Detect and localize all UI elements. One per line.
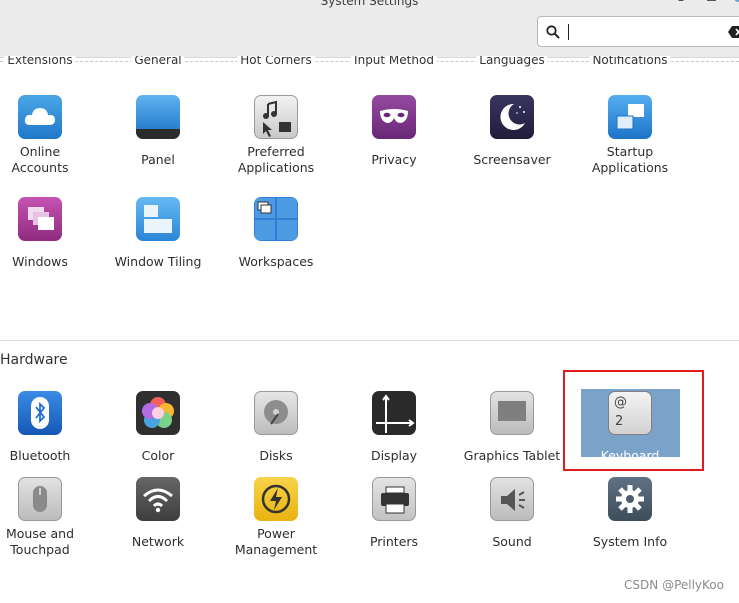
item-label: Workspaces bbox=[238, 254, 314, 269]
item-label: Display bbox=[370, 448, 418, 463]
workspaces-item[interactable]: Workspaces bbox=[218, 197, 334, 287]
power-icon bbox=[254, 477, 298, 521]
workspaces-icon bbox=[254, 197, 298, 241]
wifi-icon bbox=[136, 477, 180, 521]
item-label: Startup Applications bbox=[591, 144, 669, 175]
category-input-method[interactable]: Input Method bbox=[351, 56, 437, 67]
cloud-icon bbox=[18, 95, 62, 139]
clear-icon[interactable] bbox=[728, 26, 739, 38]
category-general[interactable]: General bbox=[131, 56, 185, 67]
item-label: Screensaver bbox=[473, 152, 551, 167]
disks-item[interactable]: Disks bbox=[218, 391, 334, 481]
bluetooth-icon bbox=[18, 391, 62, 435]
category-notifications[interactable]: Notifications bbox=[589, 56, 671, 67]
power-management-item[interactable]: Power Management bbox=[218, 477, 334, 567]
tiling-icon bbox=[136, 197, 180, 241]
panel-item[interactable]: Panel bbox=[100, 95, 216, 185]
item-label: Network bbox=[131, 534, 185, 549]
item-label: Windows bbox=[12, 254, 68, 269]
color-icon bbox=[136, 391, 180, 435]
gear-icon bbox=[608, 477, 652, 521]
speaker-icon bbox=[490, 477, 534, 521]
preferred-applications-item[interactable]: Preferred Applications bbox=[218, 95, 334, 185]
screensaver-item[interactable]: Screensaver bbox=[454, 95, 570, 185]
category-extensions[interactable]: Extensions bbox=[4, 56, 76, 67]
watermark: CSDN @PellyKoo bbox=[624, 578, 724, 592]
bluetooth-item[interactable]: Bluetooth bbox=[0, 391, 98, 481]
category-languages[interactable]: Languages bbox=[476, 56, 548, 67]
windows-stack-icon bbox=[608, 95, 652, 139]
item-label: Color bbox=[141, 448, 175, 463]
printers-item[interactable]: Printers bbox=[336, 477, 452, 567]
display-item[interactable]: Display bbox=[336, 391, 452, 481]
item-label: Mouse and Touchpad bbox=[5, 526, 75, 557]
item-label: Preferred Applications bbox=[237, 144, 315, 175]
online-accounts-item[interactable]: Online Accounts bbox=[0, 95, 98, 185]
hardware-section-title: Hardware bbox=[0, 352, 68, 368]
search-icon bbox=[546, 25, 560, 39]
window-stack-icon bbox=[18, 197, 62, 241]
display-icon bbox=[372, 391, 416, 435]
item-label: Graphics Tablet bbox=[463, 448, 561, 463]
window-tiling-item[interactable]: Window Tiling bbox=[100, 197, 216, 287]
window-title: System Settings bbox=[320, 0, 419, 8]
color-item[interactable]: Color bbox=[100, 391, 216, 481]
privacy-item[interactable]: Privacy bbox=[336, 95, 452, 185]
system-info-item[interactable]: System Info bbox=[572, 477, 688, 567]
tablet-icon bbox=[490, 391, 534, 435]
item-label: Privacy bbox=[371, 152, 417, 167]
music-pointer-icon bbox=[254, 95, 298, 139]
category-hot-corners[interactable]: Hot Corners bbox=[237, 56, 315, 67]
sound-item[interactable]: Sound bbox=[454, 477, 570, 567]
disk-icon bbox=[254, 391, 298, 435]
item-label: Printers bbox=[369, 534, 419, 549]
windows-item[interactable]: Windows bbox=[0, 197, 98, 287]
item-label: Sound bbox=[492, 534, 532, 549]
minimize-button[interactable]: – bbox=[678, 0, 684, 6]
item-label: Power Management bbox=[234, 526, 318, 557]
panel-icon bbox=[136, 95, 180, 139]
preferences-category-strip: Extensions General Hot Corners Input Met… bbox=[0, 56, 739, 70]
graphics-tablet-item[interactable]: Graphics Tablet bbox=[454, 391, 570, 481]
item-label: Panel bbox=[141, 152, 175, 167]
annotation-highlight-box bbox=[563, 370, 704, 471]
system-settings-window: System Settings – Extensions General Hot… bbox=[0, 0, 739, 603]
search-input[interactable] bbox=[568, 24, 569, 40]
item-label: System Info bbox=[592, 534, 668, 549]
item-label: Window Tiling bbox=[114, 254, 202, 269]
item-label: Bluetooth bbox=[9, 448, 71, 463]
mouse-and-touchpad-item[interactable]: Mouse and Touchpad bbox=[0, 477, 98, 567]
mask-icon bbox=[372, 95, 416, 139]
title-bar: System Settings – bbox=[0, 0, 739, 58]
mouse-icon bbox=[18, 477, 62, 521]
network-item[interactable]: Network bbox=[100, 477, 216, 567]
search-field[interactable] bbox=[537, 16, 739, 47]
item-label: Online Accounts bbox=[11, 144, 69, 175]
startup-applications-item[interactable]: Startup Applications bbox=[572, 95, 688, 185]
item-label: Disks bbox=[259, 448, 293, 463]
section-divider bbox=[0, 340, 739, 341]
printer-icon bbox=[372, 477, 416, 521]
maximize-button[interactable] bbox=[707, 0, 716, 1]
moon-icon bbox=[490, 95, 534, 139]
